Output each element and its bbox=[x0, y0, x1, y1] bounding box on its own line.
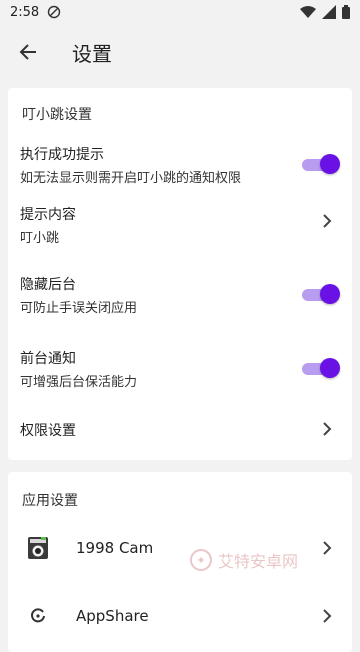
row-subtitle: 叮小跳 bbox=[20, 231, 60, 246]
camera-app-icon bbox=[28, 537, 48, 559]
section-title: 应用设置 bbox=[22, 493, 78, 509]
battery-icon bbox=[342, 5, 350, 19]
row-title: 前台通知 bbox=[20, 351, 76, 367]
no-disturb-icon bbox=[48, 5, 61, 19]
page-title: 设置 bbox=[72, 41, 112, 66]
wifi-icon bbox=[300, 6, 316, 18]
row-title: 提示内容 bbox=[20, 207, 76, 223]
foreground-notification-switch[interactable] bbox=[300, 358, 340, 378]
app-bar: 设置 bbox=[0, 24, 360, 80]
row-title: 执行成功提示 bbox=[20, 147, 104, 163]
back-button[interactable] bbox=[0, 24, 56, 80]
row-title: 隐藏后台 bbox=[20, 277, 76, 293]
chevron-right-icon bbox=[323, 214, 332, 228]
row-title: 权限设置 bbox=[20, 423, 76, 439]
setting-row-prompt-content[interactable]: 提示内容 叮小跳 bbox=[8, 200, 352, 250]
arrow-back-icon bbox=[19, 44, 36, 60]
status-bar: 2:58 bbox=[0, 0, 360, 24]
switch-thumb bbox=[320, 358, 340, 378]
chevron-right-icon bbox=[323, 422, 332, 436]
status-left: 2:58 bbox=[10, 5, 61, 20]
section-title: 叮小跳设置 bbox=[22, 107, 92, 123]
status-time: 2:58 bbox=[10, 4, 40, 20]
setting-row-success-prompt[interactable]: 执行成功提示 如无法显示则需开启叮小跳的通知权限 bbox=[8, 140, 352, 190]
app-row-appshare[interactable]: AppShare bbox=[8, 596, 352, 636]
appshare-app-icon bbox=[31, 608, 45, 623]
setting-row-permissions[interactable]: 权限设置 bbox=[8, 414, 352, 444]
chevron-right-icon bbox=[323, 541, 332, 555]
status-right bbox=[300, 5, 350, 19]
watermark: ✦ 艾特安卓网 bbox=[190, 548, 298, 572]
hide-background-switch[interactable] bbox=[300, 284, 340, 304]
chevron-right-icon bbox=[323, 609, 332, 623]
switch-thumb bbox=[320, 284, 340, 304]
row-subtitle: 可增强后台保活能力 bbox=[20, 375, 138, 390]
app-name: 1998 Cam bbox=[76, 539, 154, 557]
watermark-logo-icon: ✦ bbox=[190, 549, 212, 571]
watermark-text: 艾特安卓网 bbox=[218, 552, 299, 571]
cellular-signal-icon bbox=[322, 5, 336, 19]
setting-row-foreground-notification[interactable]: 前台通知 可增强后台保活能力 bbox=[8, 344, 352, 394]
app-row-1998cam[interactable]: 1998 Cam bbox=[8, 528, 352, 568]
app-settings-card: 应用设置 1998 Cam AppShare bbox=[8, 472, 352, 652]
setting-row-hide-background[interactable]: 隐藏后台 可防止手误关闭应用 bbox=[8, 270, 352, 320]
switch-thumb bbox=[320, 154, 340, 174]
row-subtitle: 如无法显示则需开启叮小跳的通知权限 bbox=[20, 171, 242, 186]
app-name: AppShare bbox=[76, 607, 149, 625]
success-prompt-switch[interactable] bbox=[300, 154, 340, 174]
row-subtitle: 可防止手误关闭应用 bbox=[20, 301, 138, 316]
dingxiaotiao-settings-card: 叮小跳设置 执行成功提示 如无法显示则需开启叮小跳的通知权限 提示内容 叮小跳 … bbox=[8, 88, 352, 460]
